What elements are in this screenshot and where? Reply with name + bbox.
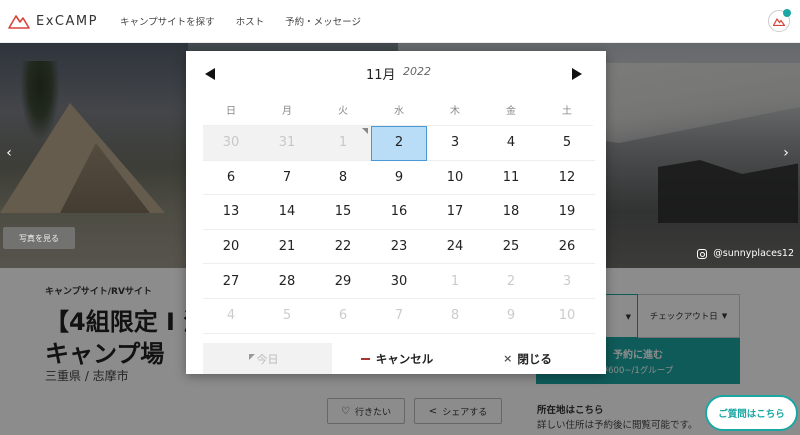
day-cell[interactable]: 10 <box>427 161 483 196</box>
instagram-handle: @sunnyplaces12 <box>713 248 794 259</box>
day-cell-next-month[interactable]: 7 <box>371 299 427 334</box>
day-cell[interactable]: 19 <box>539 195 595 230</box>
nav-reservations-messages[interactable]: 予約・メッセージ <box>285 14 361 28</box>
weekday-fri: 金 <box>506 106 516 117</box>
today-corner-icon <box>249 354 255 360</box>
day-cell-next-month[interactable]: 1 <box>427 264 483 299</box>
logo-text: ExCAMP <box>36 13 98 29</box>
weekday-wed: 水 <box>394 106 404 117</box>
day-cell[interactable]: 20 <box>203 230 259 265</box>
day-cell[interactable]: 28 <box>259 264 315 299</box>
cancel-label: キャンセル <box>375 351 434 366</box>
nav-host[interactable]: ホスト <box>236 14 265 28</box>
day-cell[interactable]: 7 <box>259 161 315 196</box>
instagram-credit: @sunnyplaces12 <box>697 248 794 259</box>
day-cell[interactable]: 3 <box>427 126 483 161</box>
close-button[interactable]: × 閉じる <box>462 343 593 374</box>
x-icon: × <box>503 352 513 365</box>
avatar[interactable] <box>768 9 791 32</box>
cancel-button[interactable]: キャンセル <box>332 343 462 374</box>
prev-month-button[interactable] <box>204 66 218 80</box>
day-cell-next-month[interactable]: 2 <box>483 264 539 299</box>
main-nav: キャンプサイトを探す ホスト 予約・メッセージ <box>120 14 382 28</box>
calendar-year: 2022 <box>403 65 431 78</box>
view-photos-button[interactable]: 写真を見る <box>3 227 75 249</box>
minus-icon <box>360 357 370 360</box>
logo[interactable]: ExCAMP <box>8 13 98 29</box>
day-cell[interactable]: 22 <box>315 230 371 265</box>
gallery-prev-chevron-icon[interactable]: ‹ <box>3 146 15 160</box>
calendar-header: 11月 2022 <box>186 51 606 95</box>
day-cell-next-month[interactable]: 9 <box>483 299 539 334</box>
calendar-month: 11月 <box>366 68 396 83</box>
day-cell-selected[interactable]: 2 <box>371 126 427 161</box>
day-number: 1 <box>338 135 348 151</box>
close-label: 閉じる <box>517 351 552 366</box>
day-cell[interactable]: 13 <box>203 195 259 230</box>
site-header: ExCAMP キャンプサイトを探す ホスト 予約・メッセージ <box>0 0 800 43</box>
day-cell[interactable]: 25 <box>483 230 539 265</box>
question-button[interactable]: ご質問はこちら <box>705 395 798 431</box>
day-grid: 30 31 1 2 3 4 5 6 7 8 9 10 11 12 13 14 1… <box>203 125 595 334</box>
avatar-mountain-icon <box>773 17 785 26</box>
weekday-sun: 日 <box>226 106 236 117</box>
day-cell-next-month[interactable]: 10 <box>539 299 595 334</box>
today-button[interactable]: 今日 <box>203 343 332 374</box>
day-cell[interactable]: 5 <box>539 126 595 161</box>
day-cell[interactable]: 27 <box>203 264 259 299</box>
weekday-mon: 月 <box>282 106 292 117</box>
weekday-thu: 木 <box>450 106 460 117</box>
instagram-icon <box>697 248 708 259</box>
nav-search-campsites[interactable]: キャンプサイトを探す <box>120 14 215 28</box>
weekday-header: 日 月 火 水 木 金 土 <box>203 101 591 123</box>
date-picker-modal: 11月 2022 日 月 火 水 木 金 土 30 31 1 2 3 4 5 6… <box>186 51 606 374</box>
day-cell[interactable]: 16 <box>371 195 427 230</box>
triangle-right-icon <box>572 68 582 80</box>
weekday-sat: 土 <box>562 106 572 117</box>
day-cell[interactable]: 8 <box>315 161 371 196</box>
day-cell[interactable]: 21 <box>259 230 315 265</box>
day-cell: 30 <box>203 126 259 161</box>
triangle-left-icon <box>205 68 215 80</box>
day-cell-next-month[interactable]: 4 <box>203 299 259 334</box>
gallery-next-chevron-icon[interactable]: › <box>780 146 792 160</box>
day-cell[interactable]: 17 <box>427 195 483 230</box>
day-cell-next-month[interactable]: 8 <box>427 299 483 334</box>
day-cell: 31 <box>259 126 315 161</box>
day-cell-next-month[interactable]: 6 <box>315 299 371 334</box>
day-cell[interactable]: 11 <box>483 161 539 196</box>
day-cell[interactable]: 9 <box>371 161 427 196</box>
logo-mountain-icon <box>8 15 30 29</box>
day-cell-next-month[interactable]: 5 <box>259 299 315 334</box>
day-cell[interactable]: 4 <box>483 126 539 161</box>
today-label: 今日 <box>256 352 279 366</box>
day-cell[interactable]: 6 <box>203 161 259 196</box>
next-month-button[interactable] <box>571 66 585 80</box>
day-cell-today: 1 <box>315 126 371 161</box>
day-cell[interactable]: 24 <box>427 230 483 265</box>
today-marker-icon <box>362 128 368 134</box>
day-cell[interactable]: 18 <box>483 195 539 230</box>
weekday-tue: 火 <box>338 106 348 117</box>
day-cell[interactable]: 14 <box>259 195 315 230</box>
calendar-footer: 今日 キャンセル × 閉じる <box>203 343 593 374</box>
day-cell[interactable]: 29 <box>315 264 371 299</box>
day-cell-next-month[interactable]: 3 <box>539 264 595 299</box>
day-cell[interactable]: 26 <box>539 230 595 265</box>
day-cell[interactable]: 15 <box>315 195 371 230</box>
day-cell[interactable]: 12 <box>539 161 595 196</box>
day-cell[interactable]: 30 <box>371 264 427 299</box>
day-cell[interactable]: 23 <box>371 230 427 265</box>
notification-dot <box>783 9 791 17</box>
